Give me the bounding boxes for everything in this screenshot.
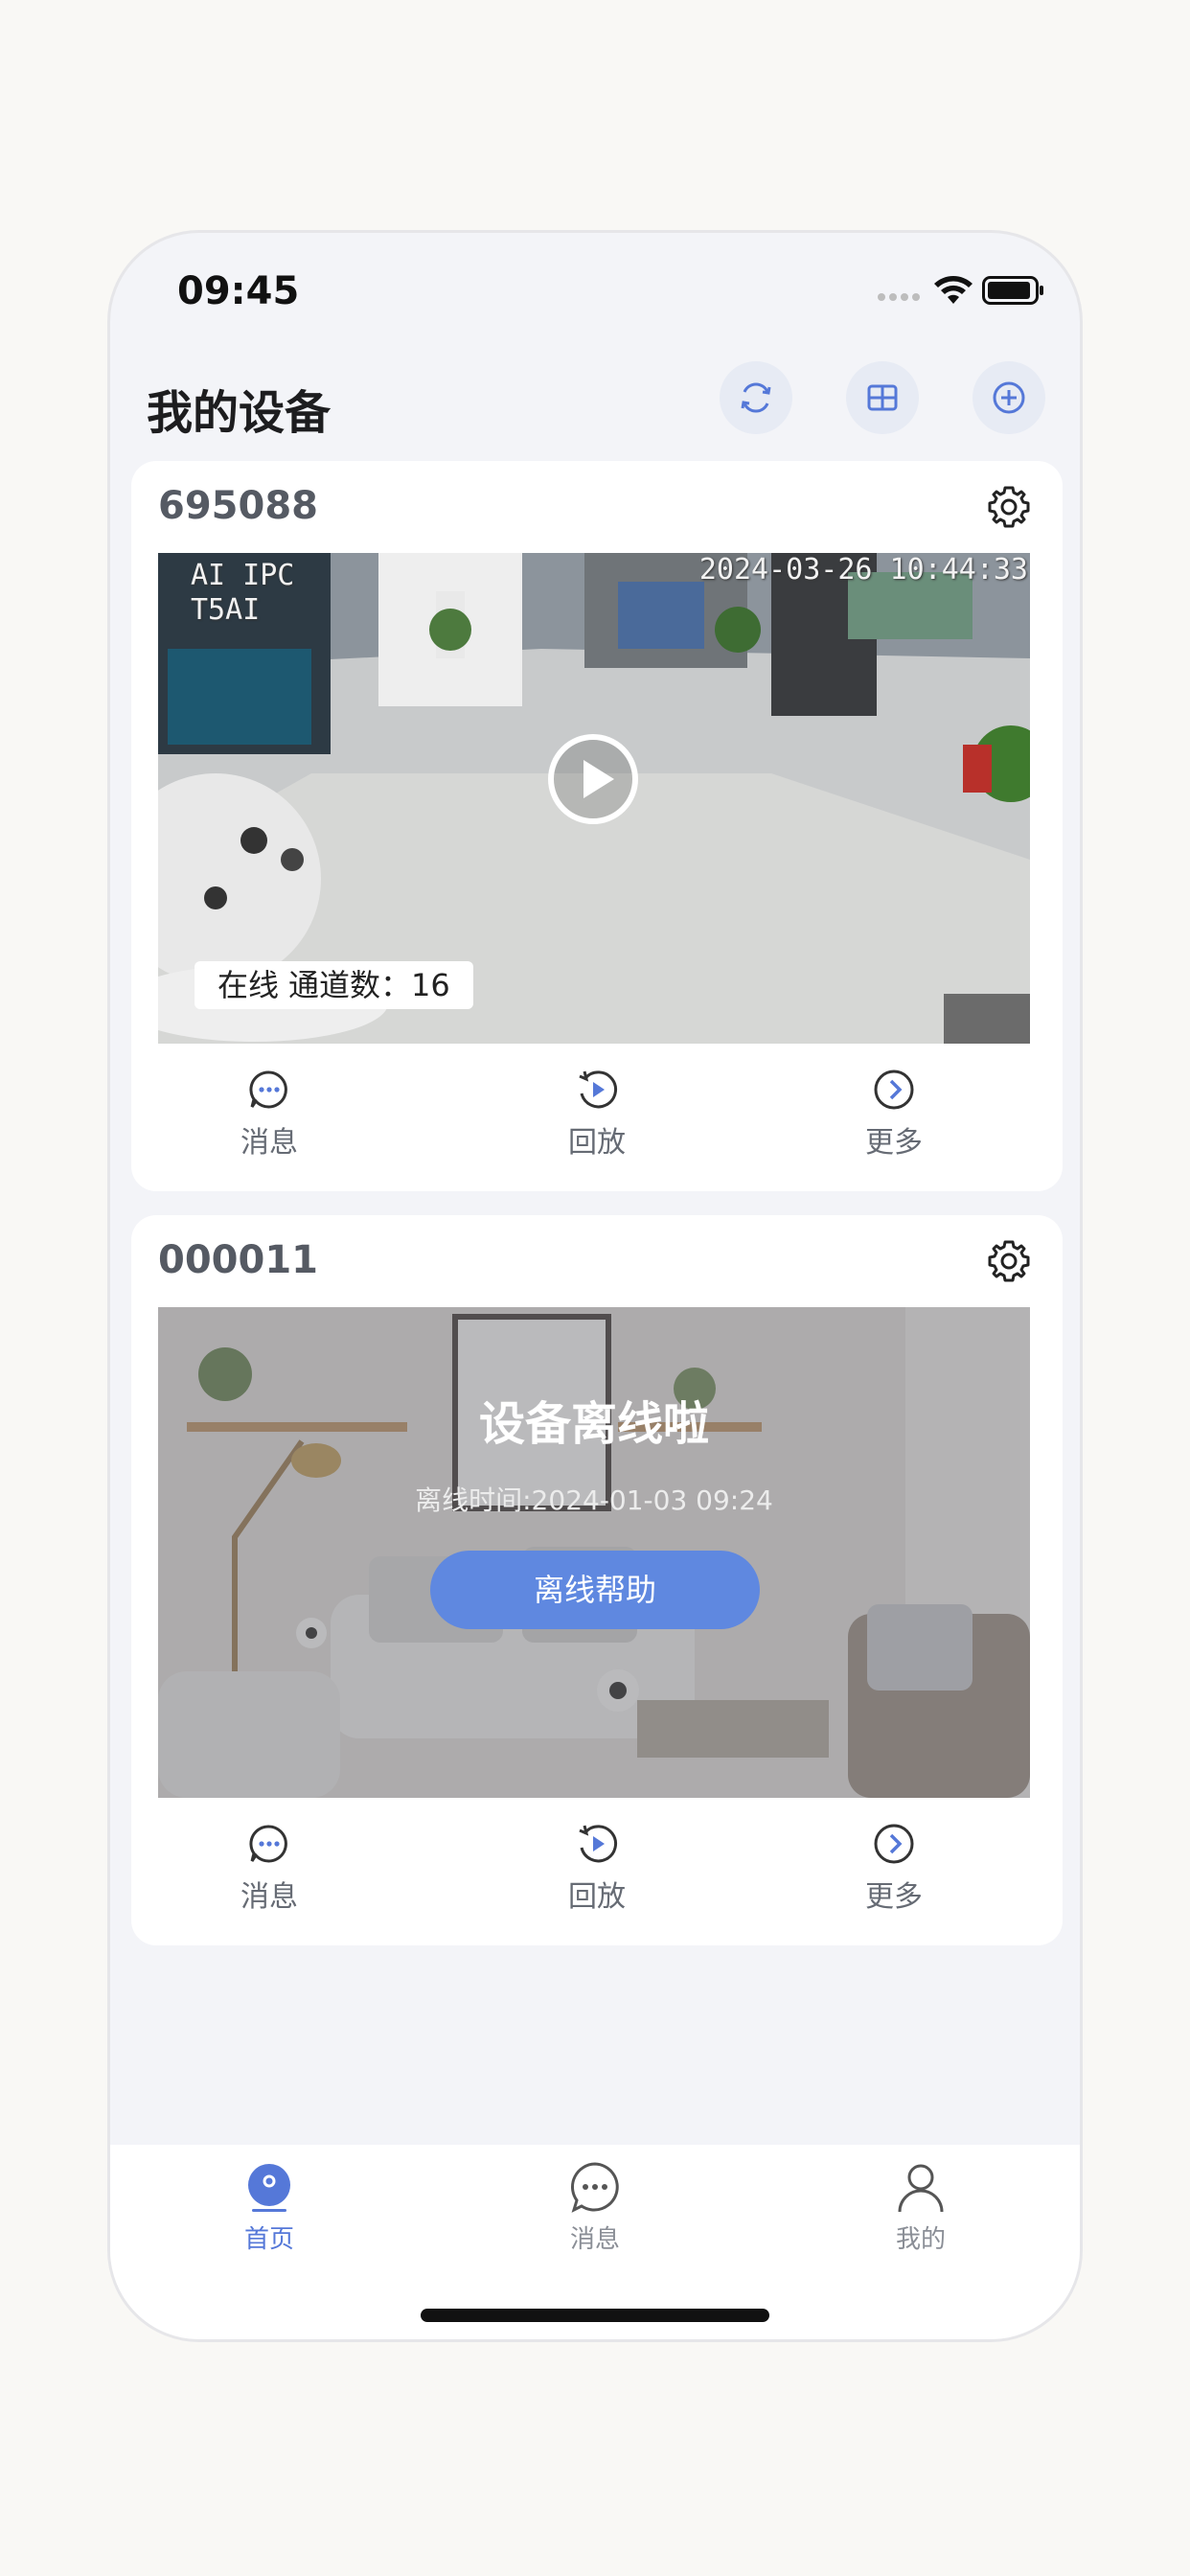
status-time: 09:45 (177, 269, 300, 313)
device-name: 000011 (158, 1238, 318, 1282)
status-badge: 在线 通道数：16 (195, 961, 473, 1009)
replay-icon (579, 1070, 617, 1109)
messages-action-button[interactable]: 消息 (193, 1055, 346, 1180)
osd-model-label: AI IPC T5AI (191, 559, 295, 627)
tab-profile[interactable]: 我的 (844, 2160, 997, 2255)
playback-action-button[interactable]: 回放 (520, 1055, 674, 1180)
tab-label: 消息 (569, 2225, 620, 2254)
tab-label: 首页 (243, 2225, 294, 2254)
device-card[interactable]: 000011 设备离线啦 离线时间:2024-01-03 09:24 离线帮助 … (131, 1215, 1063, 1945)
refresh-button[interactable] (720, 361, 792, 434)
action-label: 更多 (865, 1880, 923, 1914)
refresh-icon (741, 382, 771, 413)
home-camera-icon (248, 2164, 290, 2212)
more-action-button[interactable]: 更多 (817, 1809, 971, 1934)
action-label: 回放 (568, 1880, 626, 1914)
tab-home[interactable]: 首页 (193, 2160, 346, 2255)
action-label: 消息 (240, 1126, 298, 1160)
device-card[interactable]: 695088 AI IPC T5AI 2024-03-26 10:44:33 在… (131, 461, 1063, 1191)
chat-bubble-icon (249, 1070, 287, 1109)
action-label: 回放 (568, 1126, 626, 1160)
action-label: 消息 (240, 1880, 298, 1914)
person-icon (898, 2164, 944, 2213)
header: 我的设备 (110, 357, 1080, 453)
wifi-icon (934, 276, 973, 304)
gear-icon[interactable] (982, 480, 1036, 534)
tab-label: 我的 (895, 2225, 946, 2254)
offline-help-button[interactable]: 离线帮助 (430, 1551, 760, 1629)
add-device-button[interactable] (973, 361, 1045, 434)
battery-icon (982, 276, 1043, 305)
action-label: 更多 (865, 1126, 923, 1160)
offline-title: 设备离线啦 (478, 1397, 709, 1451)
cellular-signal-icon (878, 293, 920, 301)
chat-bubble-icon (249, 1825, 287, 1863)
playback-action-button[interactable]: 回放 (520, 1809, 674, 1934)
messages-action-button[interactable]: 消息 (193, 1809, 346, 1934)
replay-icon (579, 1825, 617, 1863)
chat-bubble-icon (571, 2162, 619, 2213)
chevron-right-circle-icon (874, 1070, 914, 1110)
play-icon[interactable] (545, 731, 641, 827)
online-status-text: 在线 (217, 967, 280, 1003)
grid-view-button[interactable] (846, 361, 919, 434)
home-indicator (421, 2309, 769, 2322)
page-title: 我的设备 (147, 386, 332, 440)
chevron-right-circle-icon (874, 1824, 914, 1864)
device-actions: 消息 回放 更多 (131, 1055, 1063, 1180)
more-action-button[interactable]: 更多 (817, 1055, 971, 1180)
device-actions: 消息 回放 更多 (131, 1809, 1063, 1934)
status-bar: 09:45 (110, 233, 1080, 348)
osd-timestamp: 2024-03-26 10:44:33 (698, 553, 1028, 586)
offline-preview[interactable]: 设备离线啦 离线时间:2024-01-03 09:24 离线帮助 (158, 1307, 1030, 1798)
device-name: 695088 (158, 484, 318, 528)
offline-time: 离线时间:2024-01-03 09:24 (415, 1484, 773, 1516)
live-preview[interactable]: AI IPC T5AI 2024-03-26 10:44:33 在线 通道数：16 (158, 553, 1030, 1044)
channel-count-text: 通道数：16 (288, 967, 450, 1003)
gear-icon[interactable] (982, 1234, 1036, 1288)
tab-messages[interactable]: 消息 (518, 2160, 672, 2255)
phone-frame: 09:45 我的设备 695088 AI IPC T5AI 2024-03-26… (107, 230, 1083, 2342)
osd-model-text: AI IPC T5AI (191, 559, 294, 628)
grid-layout-icon (867, 384, 898, 411)
plus-circle-icon (993, 381, 1025, 414)
